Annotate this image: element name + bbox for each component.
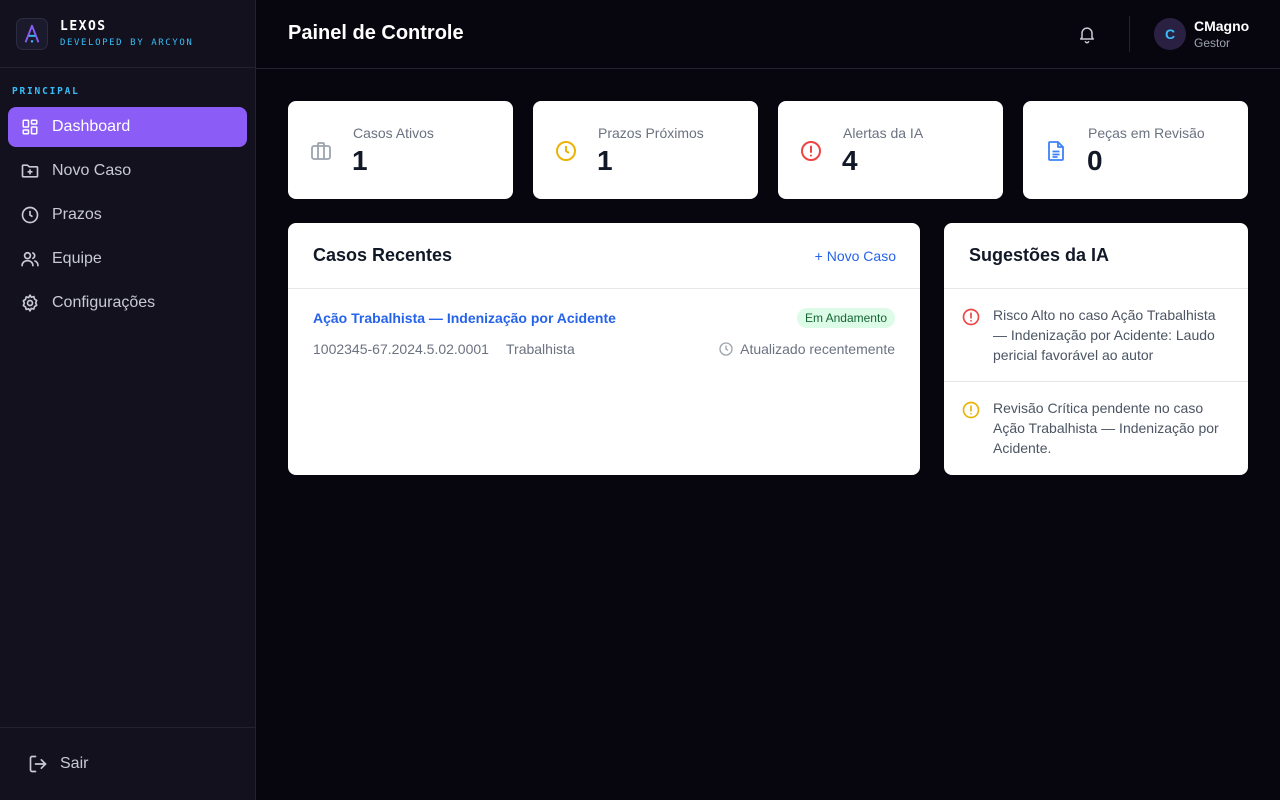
case-updated-label: Atualizado recentemente <box>740 341 895 357</box>
brand-subtitle: DEVELOPED BY ARCYON <box>60 38 194 48</box>
stat-card-alertas-ia: Alertas da IA 4 <box>778 101 1003 199</box>
avatar: C <box>1154 18 1186 50</box>
case-area: Trabalhista <box>506 341 575 357</box>
clock-icon <box>718 341 734 357</box>
sidebar-item-label: Dashboard <box>52 118 131 135</box>
divider <box>944 381 1248 382</box>
logout-button[interactable]: Sair <box>28 754 88 774</box>
stat-label: Casos Ativos <box>353 125 434 141</box>
recent-cases-card: Casos Recentes + Novo Caso Ação Trabalhi… <box>288 223 920 475</box>
new-case-link[interactable]: + Novo Caso <box>815 248 896 264</box>
stat-label: Alertas da IA <box>843 125 924 141</box>
ai-suggestions-header: Sugestões da IA <box>944 223 1248 289</box>
ai-suggestions-card: Sugestões da IA Risco Alto no caso Ação … <box>944 223 1248 475</box>
status-badge: Em Andamento <box>796 308 895 328</box>
sidebar-item-label: Equipe <box>52 250 102 267</box>
notification-bell-icon[interactable] <box>1076 23 1098 45</box>
ai-suggestion-text: Risco Alto no caso Ação Trabalhista — In… <box>993 307 1216 363</box>
users-icon <box>20 249 40 269</box>
top-header: Painel de Controle C CMagno Gestor <box>256 0 1280 69</box>
ai-suggestions-title: Sugestões da IA <box>969 245 1110 265</box>
header-divider <box>1129 16 1130 52</box>
ai-suggestion-item[interactable]: Risco Alto no caso Ação Trabalhista — In… <box>944 305 1248 365</box>
clock-icon <box>554 139 578 163</box>
logout-icon <box>28 754 48 774</box>
sidebar-nav: Dashboard Novo Caso Prazos Equipe Config… <box>8 107 247 327</box>
recent-cases-title: Casos Recentes <box>313 245 453 265</box>
stat-card-prazos-proximos: Prazos Próximos 1 <box>533 101 758 199</box>
sidebar: LEXOS DEVELOPED BY ARCYON PRINCIPAL Dash… <box>0 0 256 800</box>
sidebar-item-prazos[interactable]: Prazos <box>8 195 247 235</box>
folder-plus-icon <box>20 161 40 181</box>
alert-circle-icon <box>961 400 981 420</box>
stat-value: 0 <box>1087 145 1103 176</box>
stat-card-pecas-revisao: Peças em Revisão 0 <box>1023 101 1248 199</box>
stat-label: Peças em Revisão <box>1088 125 1205 141</box>
sidebar-item-novo-caso[interactable]: Novo Caso <box>8 151 247 191</box>
brand-name: LEXOS <box>60 19 107 34</box>
sidebar-footer: Sair <box>0 727 255 800</box>
stat-value: 4 <box>842 145 858 176</box>
stat-value: 1 <box>597 145 613 176</box>
sidebar-item-label: Prazos <box>52 206 102 223</box>
brand: LEXOS DEVELOPED BY ARCYON <box>0 0 255 68</box>
lexos-logo-icon[interactable] <box>16 17 48 50</box>
user-name: CMagno <box>1194 18 1250 34</box>
sidebar-item-equipe[interactable]: Equipe <box>8 239 247 279</box>
alert-circle-icon <box>961 307 981 327</box>
gear-icon <box>20 293 40 313</box>
clock-icon <box>20 205 40 225</box>
nav-section-label: PRINCIPAL <box>12 86 80 97</box>
alert-circle-icon <box>799 139 823 163</box>
ai-suggestion-item[interactable]: Revisão Crítica pendente no caso Ação Tr… <box>944 398 1248 458</box>
user-menu[interactable]: C CMagno Gestor <box>1154 18 1249 50</box>
stat-card-casos-ativos: Casos Ativos 1 <box>288 101 513 199</box>
briefcase-icon <box>309 139 333 163</box>
case-title-link[interactable]: Ação Trabalhista — Indenização por Acide… <box>313 310 616 326</box>
case-number: 1002345-67.2024.5.02.0001 <box>313 341 489 357</box>
stat-value: 1 <box>352 145 368 176</box>
stat-label: Prazos Próximos <box>598 125 704 141</box>
ai-suggestion-text: Revisão Crítica pendente no caso Ação Tr… <box>993 400 1219 456</box>
page-title: Painel de Controle <box>288 22 464 44</box>
case-updated: Atualizado recentemente <box>718 341 895 357</box>
dashboard-icon <box>20 117 40 137</box>
user-role: Gestor <box>1194 36 1231 50</box>
document-icon <box>1044 139 1068 163</box>
sidebar-item-dashboard[interactable]: Dashboard <box>8 107 247 147</box>
recent-cases-header: Casos Recentes + Novo Caso <box>288 223 920 289</box>
logout-label: Sair <box>60 755 89 772</box>
sidebar-item-configuracoes[interactable]: Configurações <box>8 283 247 323</box>
sidebar-item-label: Novo Caso <box>52 162 132 179</box>
sidebar-item-label: Configurações <box>52 294 156 311</box>
